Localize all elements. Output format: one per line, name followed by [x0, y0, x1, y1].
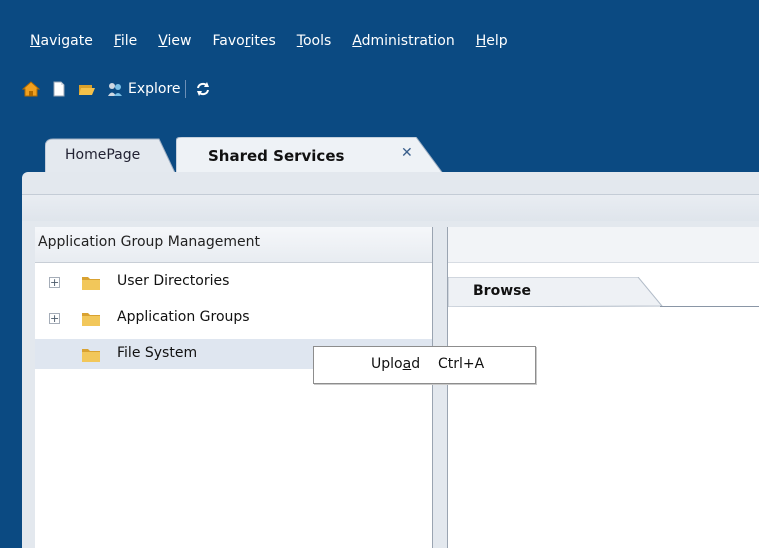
menu-file[interactable]: File: [114, 33, 137, 55]
upload-label-post: d: [411, 356, 421, 372]
menu-file-rest: ile: [120, 33, 138, 49]
tree-item-label: File System: [117, 345, 198, 361]
upload-label-mnemonic: a: [402, 356, 412, 372]
tree-item-label: Application Groups: [117, 309, 250, 325]
tab-browse-label: Browse: [473, 283, 531, 299]
toolbar: Explore: [21, 78, 222, 100]
menu-navigate[interactable]: Navigate: [30, 33, 93, 55]
context-menu: Upload Ctrl+A: [313, 346, 536, 384]
tree-item-application-groups[interactable]: + Application Groups: [35, 303, 432, 333]
folder-icon: [81, 346, 101, 363]
left-pane: Application Group Management + User Dire…: [35, 227, 433, 548]
close-icon[interactable]: ✕: [401, 145, 413, 161]
explore-label[interactable]: Explore: [128, 81, 181, 97]
tab-homepage[interactable]: HomePage: [45, 137, 177, 175]
context-menu-upload[interactable]: Upload: [371, 356, 420, 372]
menu-tools[interactable]: Tools: [297, 33, 332, 55]
app-window: Navigate File View Favorites Tools Admin…: [0, 0, 759, 548]
right-pane-header: [448, 227, 759, 263]
new-document-icon[interactable]: [50, 80, 68, 98]
explore-icon[interactable]: [106, 80, 124, 98]
right-pane: Browse: [448, 227, 759, 548]
folder-icon: [81, 310, 101, 327]
menu-favorites[interactable]: Favorites: [213, 33, 276, 55]
tab-homepage-label: HomePage: [65, 147, 141, 163]
menu-administration-rest: dministration: [361, 33, 455, 49]
menu-help[interactable]: Help: [476, 33, 508, 55]
toolbar-separator: [184, 80, 186, 98]
menu-help-rest: elp: [486, 33, 508, 49]
tab-shared-services-label: Shared Services: [208, 147, 345, 165]
left-pane-header: Application Group Management: [35, 227, 432, 263]
menu-administration[interactable]: Administration: [352, 33, 454, 55]
menu-view[interactable]: View: [158, 33, 191, 55]
menu-favorites-rest: ites: [250, 33, 276, 49]
panel-toolbar-strip: [22, 194, 759, 221]
menu-bar: Navigate File View Favorites Tools Admin…: [30, 33, 529, 55]
left-pane-title: Application Group Management: [38, 234, 260, 250]
expand-icon[interactable]: +: [49, 313, 60, 324]
menu-navigate-rest: avigate: [40, 33, 93, 49]
menu-favorites-pre: Favo: [212, 33, 245, 49]
home-icon[interactable]: [21, 80, 41, 98]
menu-tools-rest: ools: [302, 33, 332, 49]
refresh-icon[interactable]: [194, 80, 212, 98]
context-menu-shortcut: Ctrl+A: [438, 356, 485, 372]
menu-view-rest: iew: [167, 33, 192, 49]
tab-shared-services[interactable]: Shared Services ✕: [176, 137, 446, 175]
tree-item-user-directories[interactable]: + User Directories: [35, 267, 432, 297]
upload-label-pre: Uplo: [371, 356, 403, 372]
pane-splitter[interactable]: [433, 227, 448, 548]
tab-underline: [660, 306, 759, 307]
open-folder-icon[interactable]: [78, 80, 96, 98]
tree-item-label: User Directories: [117, 273, 230, 289]
folder-icon: [81, 274, 101, 291]
expand-icon[interactable]: +: [49, 277, 60, 288]
